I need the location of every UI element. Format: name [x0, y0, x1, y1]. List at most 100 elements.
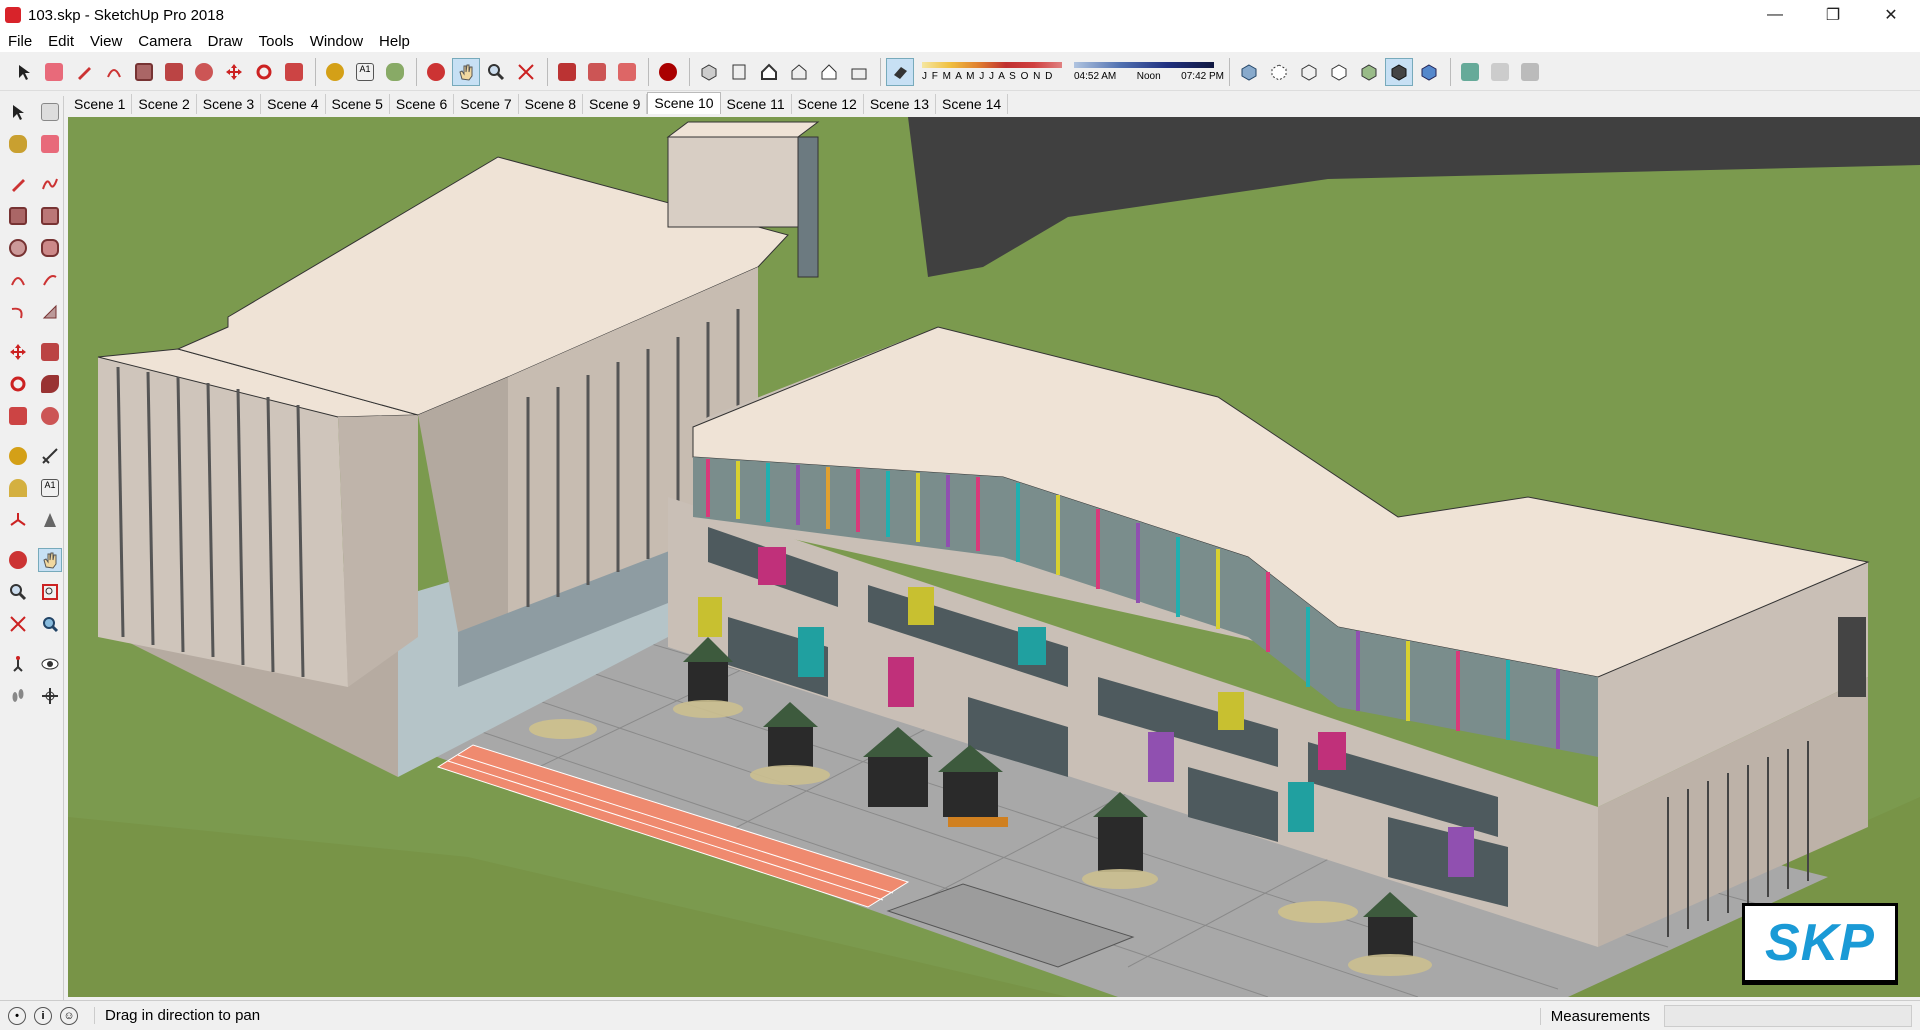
- shaded-button[interactable]: [1355, 58, 1383, 86]
- arc-tool[interactable]: [6, 268, 30, 292]
- rotated-rectangle-tool[interactable]: [38, 204, 62, 228]
- info-icon[interactable]: i: [34, 1006, 52, 1025]
- two-point-arc-tool[interactable]: [38, 268, 62, 292]
- rotate-tool-button[interactable]: [250, 58, 278, 86]
- geo-location-icon[interactable]: •: [8, 1006, 26, 1025]
- scale-tool[interactable]: [6, 404, 30, 428]
- polygon-tool[interactable]: [38, 236, 62, 260]
- scene-tab-11[interactable]: Scene 11: [721, 94, 792, 114]
- scene-tab-7[interactable]: Scene 7: [454, 94, 519, 114]
- zoom-tool-button[interactable]: [482, 58, 510, 86]
- scene-tab-14[interactable]: Scene 14: [936, 94, 1009, 114]
- menu-window[interactable]: Window: [302, 33, 371, 50]
- view-iso-button[interactable]: [695, 58, 723, 86]
- freehand-tool[interactable]: [38, 172, 62, 196]
- text-tool[interactable]: A1: [38, 476, 62, 500]
- zoom-tool[interactable]: [6, 580, 30, 604]
- rotate-tool[interactable]: [6, 372, 30, 396]
- dimension-tool[interactable]: [38, 444, 62, 468]
- move-tool-button[interactable]: [220, 58, 248, 86]
- zoom-extents-button[interactable]: [512, 58, 540, 86]
- view-right-button[interactable]: [785, 58, 813, 86]
- offset-tool[interactable]: [38, 404, 62, 428]
- scene-tab-2[interactable]: Scene 2: [132, 94, 197, 114]
- menu-draw[interactable]: Draw: [200, 33, 251, 50]
- eraser-tool[interactable]: [38, 132, 62, 156]
- axes-tool[interactable]: [6, 508, 30, 532]
- zoom-window-tool[interactable]: [38, 580, 62, 604]
- view-left-button[interactable]: [845, 58, 873, 86]
- scene-tab-6[interactable]: Scene 6: [390, 94, 455, 114]
- wireframe-button[interactable]: [1295, 58, 1323, 86]
- scene-tab-13[interactable]: Scene 13: [864, 94, 937, 114]
- shadow-settings[interactable]: J F M A M J J A S O N D 04:52 AM Noon 07…: [922, 61, 1224, 82]
- share-model-button[interactable]: [613, 58, 641, 86]
- extension-warehouse-button[interactable]: [583, 58, 611, 86]
- 3d-text-tool[interactable]: [38, 508, 62, 532]
- tape-measure-button[interactable]: [321, 58, 349, 86]
- text-tool-button[interactable]: A1: [351, 58, 379, 86]
- menu-tools[interactable]: Tools: [251, 33, 302, 50]
- look-around-tool[interactable]: [38, 652, 62, 676]
- restore-button[interactable]: ❐: [1804, 0, 1862, 30]
- back-edges-button[interactable]: [1265, 58, 1293, 86]
- rectangle-tool[interactable]: [6, 204, 30, 228]
- arc-tool-button[interactable]: [100, 58, 128, 86]
- month-slider[interactable]: [922, 61, 1062, 68]
- xray-button[interactable]: [1235, 58, 1263, 86]
- scene-tab-1[interactable]: Scene 1: [68, 94, 133, 114]
- paint-bucket-tool[interactable]: [6, 132, 30, 156]
- scene-tab-10[interactable]: Scene 10: [647, 92, 721, 114]
- push-pull-tool[interactable]: [38, 340, 62, 364]
- hidden-line-button[interactable]: [1325, 58, 1353, 86]
- line-tool[interactable]: [6, 172, 30, 196]
- position-camera-tool[interactable]: [6, 652, 30, 676]
- protractor-tool[interactable]: [6, 476, 30, 500]
- circle-tool[interactable]: [6, 236, 30, 260]
- menu-edit[interactable]: Edit: [40, 33, 82, 50]
- line-tool-button[interactable]: [70, 58, 98, 86]
- warehouse-button[interactable]: [553, 58, 581, 86]
- orbit-tool[interactable]: [6, 548, 30, 572]
- time-slider[interactable]: [1074, 61, 1214, 68]
- menu-help[interactable]: Help: [371, 33, 418, 50]
- pie-tool[interactable]: [38, 300, 62, 324]
- scene-tab-5[interactable]: Scene 5: [326, 94, 390, 114]
- make-component-tool[interactable]: [38, 100, 62, 124]
- select-tool[interactable]: [6, 100, 30, 124]
- three-point-arc-tool[interactable]: [6, 300, 30, 324]
- scene-tab-3[interactable]: Scene 3: [197, 94, 262, 114]
- user-account-icon[interactable]: ☺: [60, 1006, 78, 1025]
- menu-camera[interactable]: Camera: [130, 33, 199, 50]
- shaded-textures-button[interactable]: [1385, 57, 1413, 86]
- offset-tool-button[interactable]: [190, 58, 218, 86]
- toggle-terrain-button[interactable]: [1486, 58, 1514, 86]
- zoom-extents-tool[interactable]: [6, 612, 30, 636]
- orbit-tool-button[interactable]: [422, 58, 450, 86]
- view-back-button[interactable]: [815, 58, 843, 86]
- scene-tab-9[interactable]: Scene 9: [583, 94, 648, 114]
- walk-tool[interactable]: [6, 684, 30, 708]
- pan-tool[interactable]: [38, 548, 62, 572]
- paint-bucket-button[interactable]: [381, 58, 409, 86]
- photo-textures-button[interactable]: [1516, 58, 1544, 86]
- previous-view-tool[interactable]: [38, 612, 62, 636]
- monochrome-button[interactable]: [1415, 58, 1443, 86]
- select-tool-button[interactable]: [10, 58, 38, 86]
- drawing-viewport[interactable]: SKP: [68, 117, 1920, 997]
- minimize-button[interactable]: —: [1746, 0, 1804, 30]
- follow-me-tool[interactable]: [38, 372, 62, 396]
- shadows-toggle-button[interactable]: [886, 57, 914, 86]
- scene-tab-12[interactable]: Scene 12: [792, 94, 864, 114]
- scene-tab-4[interactable]: Scene 4: [261, 94, 326, 114]
- eraser-tool-button[interactable]: [40, 58, 68, 86]
- menu-view[interactable]: View: [82, 33, 130, 50]
- close-button[interactable]: ✕: [1862, 0, 1920, 30]
- tape-measure-tool[interactable]: [6, 444, 30, 468]
- measurements-input[interactable]: [1664, 1005, 1912, 1027]
- push-pull-tool-button[interactable]: [160, 58, 188, 86]
- pan-tool-button[interactable]: [452, 57, 480, 86]
- menu-file[interactable]: File: [0, 33, 40, 50]
- view-top-button[interactable]: [725, 58, 753, 86]
- move-tool[interactable]: [6, 340, 30, 364]
